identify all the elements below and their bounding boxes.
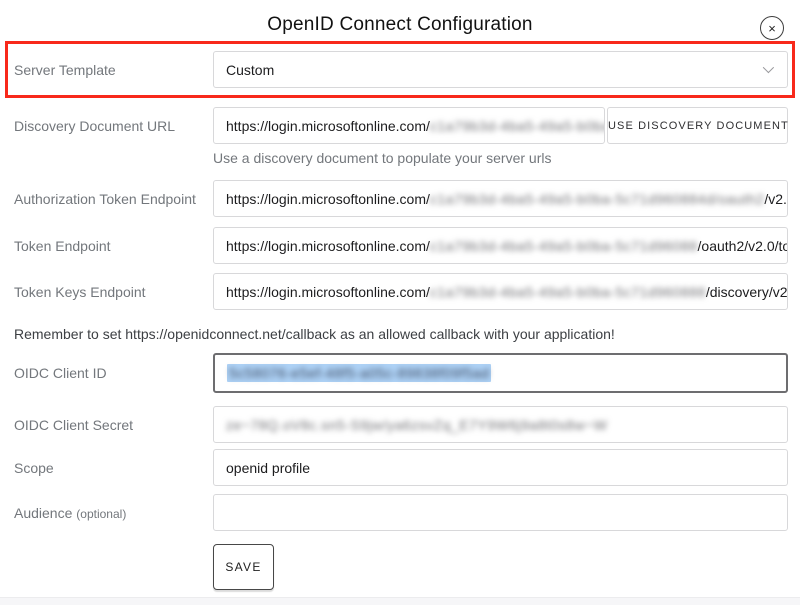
token-endpoint-label: Token Endpoint bbox=[14, 238, 213, 254]
authorization-endpoint-suffix: /v2.0/authorize bbox=[764, 191, 788, 207]
server-template-label: Server Template bbox=[14, 62, 213, 78]
audience-label-text: Audience bbox=[14, 505, 72, 521]
token-keys-endpoint-row: Token Keys Endpoint https://login.micros… bbox=[0, 273, 800, 310]
use-discovery-document-button[interactable]: USE DISCOVERY DOCUMENT bbox=[607, 107, 788, 144]
token-endpoint-redacted: c1a79b3d-4ba5-49a5-b0ba-5c71d96088 bbox=[430, 238, 698, 254]
server-template-selected-value: Custom bbox=[226, 62, 274, 78]
audience-label: Audience (optional) bbox=[14, 505, 213, 521]
audience-optional-text: (optional) bbox=[76, 507, 126, 521]
audience-input[interactable] bbox=[213, 494, 788, 531]
client-id-selection: 5c58076-e5ef-48f5-a05c-89838f09f5ad bbox=[227, 364, 491, 382]
token-endpoint-prefix: https://login.microsoftonline.com/ bbox=[226, 238, 430, 254]
client-secret-row: OIDC Client Secret ze~78Q.oV8c.sn5-S9jw/… bbox=[0, 406, 800, 443]
token-endpoint-row: Token Endpoint https://login.microsofton… bbox=[0, 227, 800, 264]
token-keys-endpoint-label: Token Keys Endpoint bbox=[14, 284, 213, 300]
authorization-endpoint-redacted: c1a79b3d-4ba5-49a5-b0ba-5c71d960884d/oau… bbox=[430, 191, 764, 207]
modal-header: OpenID Connect Configuration × bbox=[0, 0, 800, 36]
scope-row: Scope bbox=[0, 449, 800, 486]
server-template-select[interactable]: Custom bbox=[213, 51, 788, 88]
close-icon: × bbox=[768, 22, 776, 35]
authorization-endpoint-label: Authorization Token Endpoint bbox=[14, 191, 213, 207]
client-secret-redacted: ze~78Q.oV8c.sn5-S9jw/ya6zsvZq_E7Y9W6j9a8… bbox=[226, 417, 607, 433]
token-endpoint-suffix: /oauth2/v2.0/token bbox=[698, 238, 788, 254]
authorization-endpoint-input[interactable]: https://login.microsoftonline.com/c1a79b… bbox=[213, 180, 788, 217]
scope-label: Scope bbox=[14, 460, 213, 476]
discovery-helper-text: Use a discovery document to populate you… bbox=[0, 150, 800, 166]
token-keys-endpoint-redacted: c1a79b3d-4ba5-49a5-b0ba-5c71d960888 bbox=[430, 284, 706, 300]
audience-row: Audience (optional) bbox=[0, 494, 800, 531]
token-keys-endpoint-input[interactable]: https://login.microsoftonline.com/c1a79b… bbox=[213, 273, 788, 310]
token-endpoint-input[interactable]: https://login.microsoftonline.com/c1a79b… bbox=[213, 227, 788, 264]
authorization-endpoint-prefix: https://login.microsoftonline.com/ bbox=[226, 191, 430, 207]
page-title: OpenID Connect Configuration bbox=[0, 14, 800, 36]
token-keys-endpoint-suffix: /discovery/v2.0/keys bbox=[706, 284, 788, 300]
client-id-label: OIDC Client ID bbox=[14, 365, 213, 381]
annotation-red-box: Server Template Custom bbox=[5, 41, 795, 98]
page-background-strip bbox=[0, 597, 800, 605]
callback-note: Remember to set https://openidconnect.ne… bbox=[0, 326, 800, 342]
discovery-url-redacted: c1a79b3d-4ba5-49a5-b0ba-5c71d bbox=[430, 118, 605, 134]
token-keys-endpoint-prefix: https://login.microsoftonline.com/ bbox=[226, 284, 430, 300]
close-button[interactable]: × bbox=[760, 16, 784, 40]
client-id-redacted: 5c58076-e5ef-48f5-a05c-89838f09f5ad bbox=[229, 365, 489, 381]
discovery-url-row: Discovery Document URL https://login.mic… bbox=[0, 107, 800, 144]
authorization-endpoint-row: Authorization Token Endpoint https://log… bbox=[0, 180, 800, 217]
client-secret-label: OIDC Client Secret bbox=[14, 417, 213, 433]
client-id-input[interactable]: 5c58076-e5ef-48f5-a05c-89838f09f5ad bbox=[213, 353, 788, 393]
discovery-url-prefix: https://login.microsoftonline.com/ bbox=[226, 118, 430, 134]
discovery-url-input[interactable]: https://login.microsoftonline.com/c1a79b… bbox=[213, 107, 605, 144]
save-button[interactable]: SAVE bbox=[213, 544, 274, 590]
client-id-row: OIDC Client ID 5c58076-e5ef-48f5-a05c-89… bbox=[0, 353, 800, 393]
scope-input[interactable] bbox=[213, 449, 788, 486]
chevron-down-icon bbox=[763, 62, 774, 73]
discovery-url-label: Discovery Document URL bbox=[14, 118, 213, 134]
client-secret-input[interactable]: ze~78Q.oV8c.sn5-S9jw/ya6zsvZq_E7Y9W6j9a8… bbox=[213, 406, 788, 443]
server-template-row: Server Template Custom bbox=[8, 51, 792, 88]
